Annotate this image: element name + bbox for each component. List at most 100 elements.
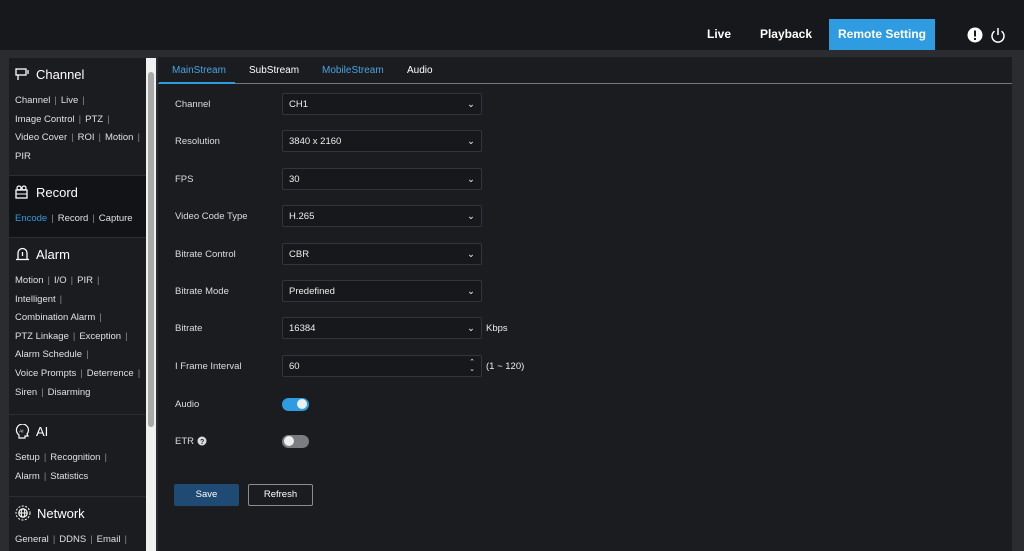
channel-row: Channel CH1 ⌄ [175, 93, 482, 115]
alarm-icon [16, 247, 29, 261]
select-value: CH1 [289, 98, 309, 110]
link-statistics[interactable]: Statistics [50, 471, 88, 482]
help-icon[interactable]: ? [197, 436, 207, 446]
tab-mainstream[interactable]: MainStream [172, 65, 226, 76]
section-title: Record [36, 184, 78, 200]
spinner-icon[interactable]: ⌃ ⌄ [469, 359, 475, 373]
field-label: Channel [175, 98, 211, 110]
audio-toggle[interactable] [282, 397, 309, 411]
link-io[interactable]: I/O [54, 275, 67, 286]
nav-remote-setting[interactable]: Remote Setting [829, 19, 935, 50]
stream-tabs: MainStream SubStream MobileStream Audio [158, 57, 1012, 84]
section-network: Network General | DDNS | Email | [15, 505, 127, 545]
link-exception[interactable]: Exception [79, 331, 121, 342]
link-intelligent[interactable]: Intelligent [15, 294, 56, 305]
svg-text:?: ? [200, 439, 204, 446]
bitrate-control-select[interactable]: CBR ⌄ [282, 243, 482, 265]
link-email[interactable]: Email [97, 534, 121, 545]
link-alarm-schedule[interactable]: Alarm Schedule [15, 349, 82, 360]
link-disarming[interactable]: Disarming [48, 387, 91, 398]
field-label: Video Code Type [175, 210, 248, 222]
field-label: Resolution [175, 135, 220, 147]
link-voice-prompts[interactable]: Voice Prompts [15, 368, 76, 379]
link-live[interactable]: Live [61, 95, 78, 106]
codec-row: Video Code Type H.265 ⌄ [175, 205, 482, 227]
chevron-down-icon: ⌄ [467, 98, 475, 110]
iframe-row: I Frame Interval 60 ⌃ ⌄ (1 ~ 120) [175, 355, 524, 377]
tab-audio[interactable]: Audio [407, 65, 433, 76]
iframe-range: (1 ~ 120) [486, 360, 525, 372]
link-capture[interactable]: Capture [99, 213, 133, 224]
right-margin [1012, 50, 1024, 551]
link-ptz-linkage[interactable]: PTZ Linkage [15, 331, 69, 342]
nav-playback[interactable]: Playback [752, 19, 820, 50]
svg-text:AI: AI [19, 428, 23, 433]
codec-select[interactable]: H.265 ⌄ [282, 205, 482, 227]
bitrate-row: Bitrate 16384 ⌄ Kbps [175, 317, 508, 339]
top-bar: Live Playback Remote Setting [0, 0, 1024, 50]
link-general[interactable]: General [15, 534, 49, 545]
section-ai: AI AI Setup | Recognition | Alarm | Statistics [9, 415, 146, 497]
chevron-down-icon: ⌄ [467, 285, 475, 297]
link-combination-alarm[interactable]: Combination Alarm [15, 312, 95, 323]
bitrate-control-row: Bitrate Control CBR ⌄ [175, 243, 482, 265]
etr-toggle[interactable] [282, 434, 309, 448]
iframe-interval-input[interactable]: 60 ⌃ ⌄ [282, 355, 482, 377]
link-ddns[interactable]: DDNS [59, 534, 86, 545]
alert-icon[interactable] [967, 27, 983, 43]
audio-row: Audio [175, 393, 309, 415]
main-panel: MainStream SubStream MobileStream Audio … [158, 57, 1012, 551]
field-label: Bitrate Mode [175, 285, 229, 297]
link-pir[interactable]: PIR [15, 151, 31, 162]
scrollbar-thumb[interactable] [148, 72, 154, 427]
link-roi[interactable]: ROI [78, 132, 95, 143]
section-title: Network [37, 505, 85, 521]
select-value: 30 [289, 173, 300, 185]
link-pir[interactable]: PIR [77, 275, 93, 286]
sidebar: Channel Channel | Live | Image Control | PTZ |… [9, 58, 146, 551]
nav-live[interactable]: Live [696, 19, 742, 50]
link-motion[interactable]: Motion [105, 132, 134, 143]
field-label: Bitrate Control [175, 248, 236, 260]
refresh-button[interactable]: Refresh [248, 484, 313, 506]
save-button[interactable]: Save [174, 484, 239, 506]
link-image-control[interactable]: Image Control [15, 114, 75, 125]
tab-substream[interactable]: SubStream [249, 65, 299, 76]
channel-select[interactable]: CH1 ⌄ [282, 93, 482, 115]
section-alarm: Alarm Motion | I/O | PIR | Intelligent | Combi… [9, 238, 146, 415]
globe-icon [15, 505, 31, 521]
link-alarm[interactable]: Alarm [15, 471, 40, 482]
select-value: H.265 [289, 210, 315, 222]
link-encode[interactable]: Encode [15, 213, 47, 224]
fps-select[interactable]: 30 ⌄ [282, 168, 482, 190]
bitrate-select[interactable]: 16384 ⌄ [282, 317, 482, 339]
select-value: 3840 x 2160 [289, 135, 342, 147]
link-record[interactable]: Record [58, 213, 89, 224]
link-deterrence[interactable]: Deterrence [87, 368, 134, 379]
link-siren[interactable]: Siren [15, 387, 37, 398]
link-video-cover[interactable]: Video Cover [15, 132, 67, 143]
field-label: Audio [175, 398, 200, 410]
field-label: FPS [175, 173, 194, 185]
section-title: Channel [36, 66, 85, 82]
tab-mobilestream[interactable]: MobileStream [322, 65, 384, 76]
power-icon[interactable] [990, 27, 1006, 43]
link-ptz[interactable]: PTZ [85, 114, 103, 125]
chevron-down-icon: ⌄ [467, 135, 475, 147]
record-icon [15, 185, 28, 199]
chevron-down-icon: ⌄ [467, 248, 475, 260]
select-value: CBR [289, 248, 310, 260]
bitrate-mode-select[interactable]: Predefined ⌄ [282, 280, 482, 302]
bitrate-mode-row: Bitrate Mode Predefined ⌄ [175, 280, 482, 302]
link-setup[interactable]: Setup [15, 452, 40, 463]
link-recognition[interactable]: Recognition [50, 452, 100, 463]
resolution-row: Resolution 3840 x 2160 ⌄ [175, 130, 482, 152]
section-channel: Channel Channel | Live | Image Control | PTZ |… [9, 58, 146, 176]
section-record: Record Encode | Record | Capture [9, 176, 146, 238]
select-value: 16384 [289, 322, 316, 334]
link-motion[interactable]: Motion [15, 275, 44, 286]
resolution-select[interactable]: 3840 x 2160 ⌄ [282, 130, 482, 152]
link-channel[interactable]: Channel [15, 95, 50, 106]
camera-icon [15, 67, 29, 80]
section-title: AI [36, 423, 49, 439]
